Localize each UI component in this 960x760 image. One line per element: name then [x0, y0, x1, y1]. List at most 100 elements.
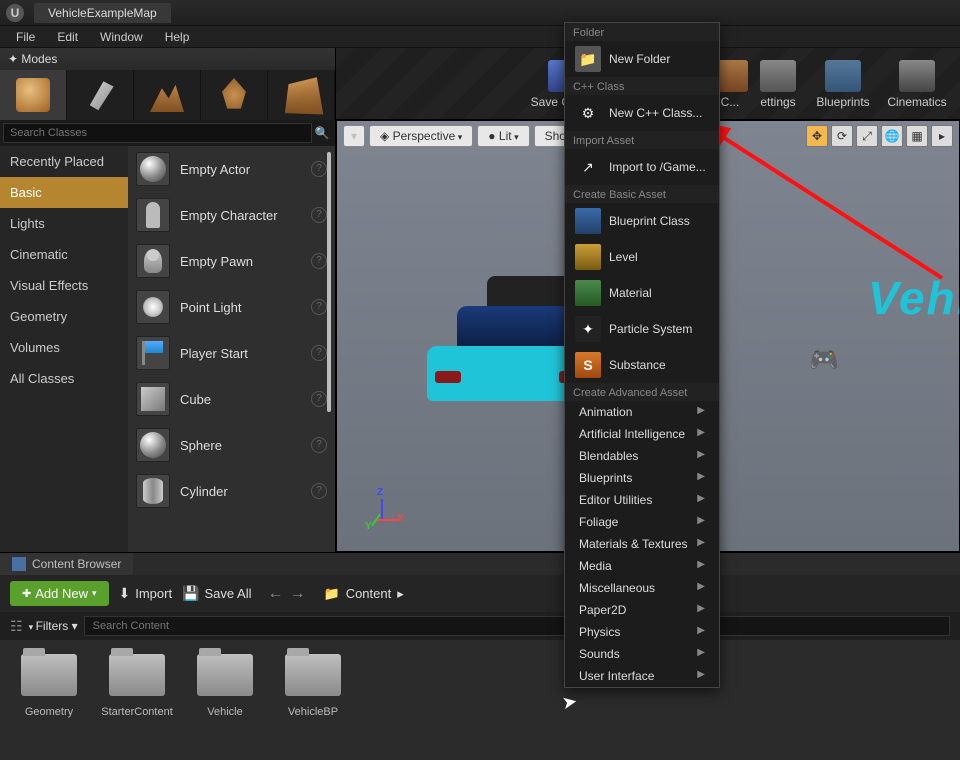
menu-window[interactable]: Window [90, 28, 153, 46]
ctx-paper2d[interactable]: Paper2D▶ [565, 599, 719, 621]
ctx-editor-utilities[interactable]: Editor Utilities▶ [565, 489, 719, 511]
globe-tool[interactable]: 🌐 [881, 125, 903, 147]
ctx-blueprints[interactable]: Blueprints▶ [565, 467, 719, 489]
ctx-foliage[interactable]: Foliage▶ [565, 511, 719, 533]
info-icon[interactable]: ? [311, 483, 327, 499]
translate-tool[interactable]: ✥ [806, 125, 828, 147]
folder-icon [197, 654, 253, 696]
cat-recently-placed[interactable]: Recently Placed [0, 146, 128, 177]
menu-edit[interactable]: Edit [47, 28, 88, 46]
folder-vehiclebp[interactable]: VehicleBP [278, 654, 348, 718]
mode-geometry-tab[interactable] [268, 70, 335, 120]
sources-toggle[interactable]: ☷ [10, 618, 23, 635]
ctx-import-to-game[interactable]: ↗Import to /Game... [565, 149, 719, 185]
ctx-new-cpp[interactable]: ⚙New C++ Class... [565, 95, 719, 131]
mode-landscape-tab[interactable] [134, 70, 201, 120]
place-category-list: Recently Placed Basic Lights Cinematic V… [0, 146, 128, 552]
save-all-button[interactable]: 💾Save All [182, 585, 251, 602]
asset-empty-actor[interactable]: Empty Actor? [128, 146, 335, 192]
asset-point-light[interactable]: Point Light? [128, 284, 335, 330]
cat-cinematic[interactable]: Cinematic [0, 239, 128, 270]
cat-volumes[interactable]: Volumes [0, 332, 128, 363]
scale-tool[interactable]: ⤢ [856, 125, 878, 147]
filters-button[interactable]: Filters ▾ [29, 619, 78, 633]
modes-title: ✦ Modes [0, 48, 335, 70]
ctx-substance[interactable]: SSubstance [565, 347, 719, 383]
content-grid[interactable]: Geometry StarterContent Vehicle VehicleB… [0, 640, 960, 722]
mode-place-tab[interactable] [0, 70, 67, 120]
info-icon[interactable]: ? [311, 253, 327, 269]
ctx-material[interactable]: Material [565, 275, 719, 311]
asset-cylinder[interactable]: Cylinder? [128, 468, 335, 514]
lit-button[interactable]: ● Lit [477, 125, 529, 147]
asset-cube[interactable]: Cube? [128, 376, 335, 422]
viewport-options-button[interactable]: ▾ [343, 125, 365, 147]
folder-geometry[interactable]: Geometry [14, 654, 84, 718]
content-browser-tab[interactable]: Content Browser [0, 553, 133, 575]
ctx-animation[interactable]: Animation▶ [565, 401, 719, 423]
folder-vehicle[interactable]: Vehicle [190, 654, 260, 718]
import-icon: ↗ [575, 154, 601, 180]
cat-geometry[interactable]: Geometry [0, 301, 128, 332]
ctx-ai[interactable]: Artificial Intelligence▶ [565, 423, 719, 445]
settings-button[interactable]: ettings [750, 52, 806, 116]
search-content-input[interactable] [84, 616, 950, 636]
info-icon[interactable]: ? [311, 299, 327, 315]
rotate-tool[interactable]: ⟳ [831, 125, 853, 147]
info-icon[interactable]: ? [311, 207, 327, 223]
asset-sphere[interactable]: Sphere? [128, 422, 335, 468]
ctx-blueprint-class[interactable]: Blueprint Class [565, 203, 719, 239]
mode-paint-tab[interactable] [67, 70, 134, 120]
folder-startercontent[interactable]: StarterContent [102, 654, 172, 718]
cat-lights[interactable]: Lights [0, 208, 128, 239]
cat-visual-effects[interactable]: Visual Effects [0, 270, 128, 301]
cat-basic[interactable]: Basic [0, 177, 128, 208]
search-classes-input[interactable] [3, 123, 312, 143]
section-create-basic: Create Basic Asset [565, 185, 719, 203]
main-menubar: File Edit Window Help [0, 26, 960, 48]
save-icon: 💾 [182, 585, 199, 602]
asset-player-start[interactable]: Player Start? [128, 330, 335, 376]
cat-all-classes[interactable]: All Classes [0, 363, 128, 394]
ctx-level[interactable]: Level [565, 239, 719, 275]
ctx-new-folder[interactable]: 📁New Folder [565, 41, 719, 77]
folder-plus-icon: 📁 [575, 46, 601, 72]
blueprint-icon [575, 208, 601, 234]
blueprints-button[interactable]: Blueprints [806, 52, 880, 116]
ctx-media[interactable]: Media▶ [565, 555, 719, 577]
ctx-particle-system[interactable]: ✦Particle System [565, 311, 719, 347]
ctx-materials-textures[interactable]: Materials & Textures▶ [565, 533, 719, 555]
nav-forward-button[interactable]: → [290, 585, 306, 603]
level-tab[interactable]: VehicleExampleMap [34, 3, 171, 23]
menu-help[interactable]: Help [155, 28, 200, 46]
section-create-advanced: Create Advanced Asset [565, 383, 719, 401]
asset-empty-character[interactable]: Empty Character? [128, 192, 335, 238]
info-icon[interactable]: ? [311, 391, 327, 407]
breadcrumb[interactable]: 📁Content▸ [324, 586, 404, 602]
mode-foliage-tab[interactable] [201, 70, 268, 120]
section-folder: Folder [565, 23, 719, 41]
camera-speed-tool[interactable]: ▸ [931, 125, 953, 147]
place-asset-list[interactable]: Empty Actor? Empty Character? Empty Pawn… [128, 146, 335, 552]
info-icon[interactable]: ? [311, 161, 327, 177]
folder-icon [285, 654, 341, 696]
ctx-miscellaneous[interactable]: Miscellaneous▶ [565, 577, 719, 599]
menu-file[interactable]: File [6, 28, 45, 46]
world-text-decal: Vehic [868, 271, 960, 325]
add-new-button[interactable]: Add New [10, 581, 109, 606]
ctx-blendables[interactable]: Blendables▶ [565, 445, 719, 467]
perspective-button[interactable]: ◈ Perspective [369, 125, 473, 147]
asset-empty-pawn[interactable]: Empty Pawn? [128, 238, 335, 284]
info-icon[interactable]: ? [311, 437, 327, 453]
import-button[interactable]: ⬇Import [119, 585, 173, 602]
ctx-sounds[interactable]: Sounds▶ [565, 643, 719, 665]
ctx-physics[interactable]: Physics▶ [565, 621, 719, 643]
surface-snap-tool[interactable]: ▦ [906, 125, 928, 147]
substance-icon: S [575, 352, 601, 378]
nav-back-button[interactable]: ← [268, 585, 284, 603]
info-icon[interactable]: ? [311, 345, 327, 361]
folder-icon: 📁 [324, 586, 340, 602]
ctx-user-interface[interactable]: User Interface▶ [565, 665, 719, 687]
particle-icon: ✦ [575, 316, 601, 342]
cinematics-button[interactable]: Cinematics [880, 52, 954, 116]
